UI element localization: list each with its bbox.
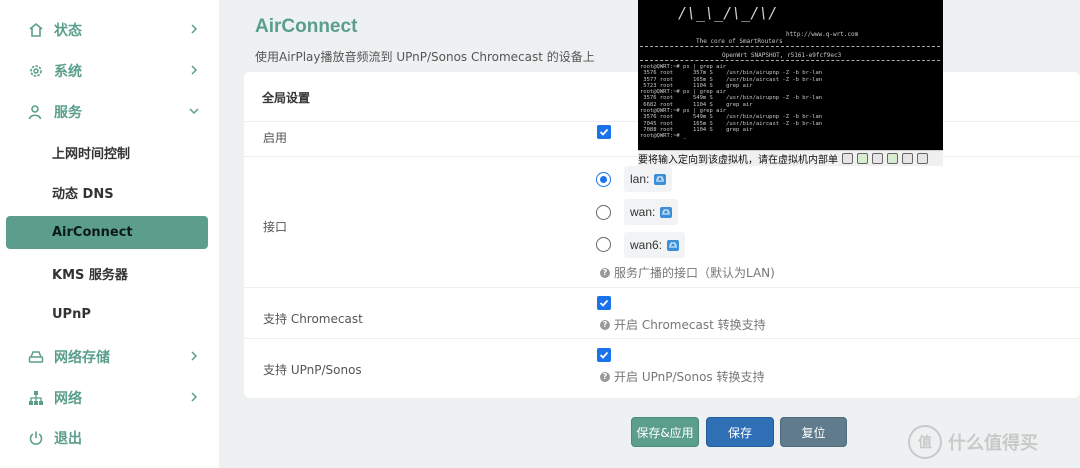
divider (244, 287, 1080, 288)
vm-status-bar: 要将输入定向到该虚拟机，请在虚拟机内部单 (638, 150, 943, 166)
chevron-down-icon (187, 104, 201, 118)
check-icon (599, 299, 609, 307)
sidebar-subitem-label: KMS 服务器 (52, 267, 128, 283)
help-icon: ? (600, 371, 610, 382)
watermark-text: 什么值得买 (948, 433, 1038, 453)
network-port-icon (660, 206, 673, 218)
hint-text: 开启 UPnP/Sonos 转换支持 (614, 370, 765, 384)
sidebar-item-label: 状态 (54, 23, 82, 39)
reset-button[interactable]: 复位 (780, 417, 847, 447)
vm-folder-icon[interactable] (902, 153, 913, 164)
interface-hint: ? 服务广播的接口（默认为LAN) (600, 264, 775, 281)
terminal-divider (640, 60, 940, 61)
interface-label: 接口 (263, 220, 288, 234)
save-apply-button[interactable]: 保存&应用 (631, 417, 699, 447)
sidebar-subitem-ddns[interactable]: 动态 DNS (0, 172, 219, 212)
upnp-label: 支持 UPnP/Sonos (263, 363, 362, 377)
sidebar: 状态 系统 服务 上网时间控制 动态 DNS AirConnect KMS 服务… (0, 0, 219, 468)
sidebar-item-logout[interactable]: 退出 (0, 418, 219, 458)
watermark-logo-icon: 值 (908, 425, 942, 459)
sidebar-item-label: 服务 (54, 105, 82, 121)
terminal-version: OpenWrt SNAPSHOT, r5161-e9fcf9ec3 (722, 52, 842, 59)
check-icon (599, 351, 609, 359)
network-port-icon (654, 173, 667, 185)
svg-text:/\_\_/\_/\/: /\_\_/\_/\/ (678, 4, 777, 22)
sidebar-item-system[interactable]: 系统 (0, 51, 219, 91)
interface-name: wan: (630, 205, 656, 219)
network-icon (28, 390, 44, 406)
interface-option-wan[interactable]: wan: (624, 199, 679, 225)
upnp-checkbox[interactable] (597, 348, 611, 362)
page-description: 使用AirPlay播放音频流到 UPnP/Sonos Chromecast 的设… (255, 50, 595, 64)
sidebar-subitem-label: 上网时间控制 (52, 146, 131, 162)
chromecast-label: 支持 Chromecast (263, 312, 363, 326)
sidebar-item-status[interactable]: 状态 (0, 10, 219, 50)
chevron-right-icon (187, 349, 201, 363)
home-icon (28, 22, 44, 38)
help-icon: ? (600, 267, 610, 278)
sidebar-item-services[interactable]: 服务 (0, 92, 219, 132)
vm-notes-icon[interactable] (917, 153, 928, 164)
vm-usb-icon[interactable] (872, 153, 883, 164)
ascii-banner-logo: /\_\_/\_/\/ (678, 4, 777, 22)
upnp-hint: ? 开启 UPnP/Sonos 转换支持 (600, 368, 764, 385)
power-icon (28, 430, 44, 446)
help-icon: ? (600, 319, 610, 330)
vm-device-icon[interactable] (842, 153, 853, 164)
page-title: AirConnect (255, 16, 358, 37)
divider (244, 338, 1080, 339)
interface-option-lan[interactable]: lan: (624, 166, 673, 192)
interface-name: lan: (630, 172, 650, 186)
chevron-right-icon (187, 63, 201, 77)
interface-radio-wan6[interactable] (596, 237, 611, 252)
save-button[interactable]: 保存 (706, 417, 774, 447)
interface-radio-wan[interactable] (596, 205, 611, 220)
terminal-core: The core of SmartRouters (696, 38, 783, 45)
enable-label: 启用 (263, 131, 288, 145)
vm-network-icon[interactable] (887, 153, 898, 164)
user-icon (28, 104, 44, 120)
vm-status-text: 要将输入定向到该虚拟机，请在虚拟机内部单 (638, 155, 838, 166)
hint-text: 开启 Chromecast 转换支持 (614, 318, 766, 332)
sidebar-item-storage[interactable]: 网络存储 (0, 337, 219, 377)
interface-option-wan6[interactable]: wan6: (624, 232, 686, 258)
sidebar-subitem-label: AirConnect (52, 225, 133, 240)
check-icon (599, 128, 609, 136)
sidebar-subitem-label: UPnP (52, 306, 91, 322)
sidebar-item-label: 网络存储 (54, 350, 110, 366)
sidebar-item-network[interactable]: 网络 (0, 378, 219, 418)
watermark: 值 什么值得买 (908, 420, 1078, 464)
sidebar-item-label: 网络 (54, 391, 82, 407)
interface-radio-lan[interactable] (596, 172, 611, 187)
sidebar-subitem-label: 动态 DNS (52, 186, 114, 202)
terminal-url: http://www.q-wrt.com (786, 31, 859, 38)
chromecast-checkbox[interactable] (597, 296, 611, 310)
sidebar-subitem-kms[interactable]: KMS 服务器 (0, 253, 219, 293)
section-title: 全局设置 (262, 91, 311, 105)
chevron-right-icon (187, 22, 201, 36)
sidebar-item-label: 系统 (54, 64, 82, 80)
terminal-divider (640, 46, 940, 47)
sidebar-subitem-airconnect[interactable]: AirConnect (6, 216, 208, 249)
chromecast-hint: ? 开启 Chromecast 转换支持 (600, 316, 766, 333)
storage-icon (28, 349, 44, 365)
sidebar-subitem-time-control[interactable]: 上网时间控制 (0, 132, 219, 172)
sidebar-item-label: 退出 (54, 431, 82, 447)
gear-icon (28, 63, 44, 79)
network-port-icon (667, 239, 680, 251)
terminal-output: root@QWRT:~# ps | grep air 3576 root 357… (640, 64, 823, 140)
terminal-overlay: /\_\_/\_/\/ http://www.q-wrt.com The cor… (638, 0, 943, 150)
chevron-right-icon (187, 390, 201, 404)
sidebar-subitem-upnp[interactable]: UPnP (0, 294, 219, 334)
enable-checkbox[interactable] (597, 125, 611, 139)
hint-text: 服务广播的接口（默认为LAN) (614, 266, 775, 280)
interface-name: wan6: (630, 238, 663, 252)
vm-cdrom-icon[interactable] (857, 153, 868, 164)
